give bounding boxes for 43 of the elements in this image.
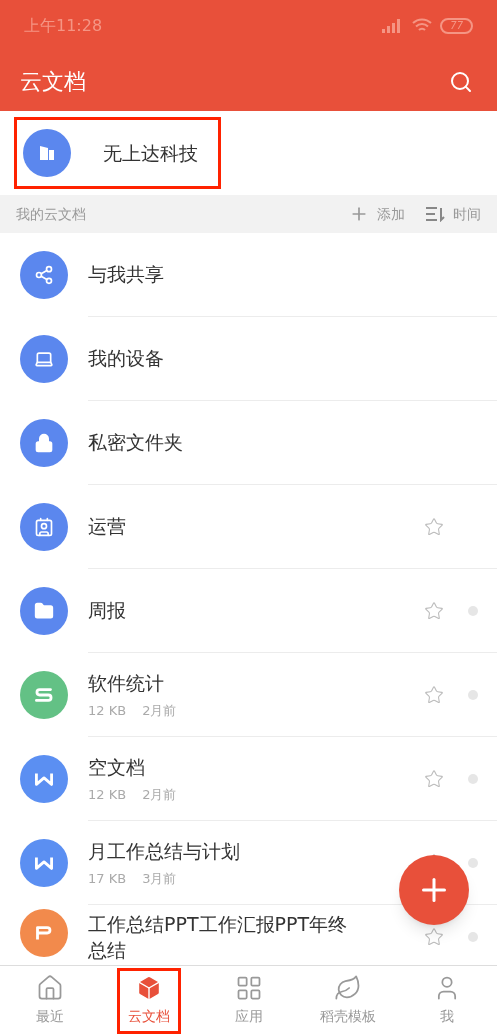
- laptop-icon: [34, 349, 54, 369]
- document-name: 工作总结PPT工作汇报PPT年终总结: [88, 912, 349, 963]
- document-name: 运营: [88, 514, 127, 540]
- search-icon: [449, 69, 473, 94]
- file-size: 12 KB: [88, 702, 127, 720]
- create-button[interactable]: [399, 855, 469, 925]
- document-name: 空文档: [88, 754, 146, 780]
- document-row[interactable]: 周报: [0, 569, 497, 653]
- star-icon[interactable]: [424, 516, 444, 537]
- document-row[interactable]: 软件统计 12 KB 2月前: [0, 653, 497, 737]
- share-icon: [34, 265, 54, 285]
- star-icon[interactable]: [424, 768, 444, 789]
- sort-icon: [425, 206, 445, 222]
- document-row[interactable]: 空文档 12 KB 2月前: [0, 737, 497, 821]
- team-entry[interactable]: 无上达科技: [14, 117, 221, 189]
- leaf-icon: [333, 974, 362, 1002]
- battery-indicator: 77: [440, 18, 473, 34]
- modified-time: 3月前: [142, 870, 177, 888]
- document-row[interactable]: 我的设备: [0, 317, 497, 401]
- document-name: 月工作总结与计划: [88, 838, 241, 864]
- page-title: 云文档: [20, 68, 86, 96]
- star-icon[interactable]: [424, 684, 444, 705]
- file-size: 17 KB: [88, 870, 127, 888]
- modified-time: 2月前: [142, 702, 177, 720]
- team-name: 无上达科技: [103, 140, 198, 166]
- section-title: 我的云文档: [16, 204, 86, 224]
- document-name: 我的设备: [88, 346, 165, 372]
- folder-icon: [34, 601, 54, 621]
- document-row[interactable]: 运营: [0, 485, 497, 569]
- document-name: 与我共享: [88, 262, 165, 288]
- tab-bar-item[interactable]: 云文档: [117, 967, 182, 1034]
- file-size: 12 KB: [88, 786, 127, 804]
- document-name: 软件统计: [88, 670, 165, 696]
- document-name: 私密文件夹: [88, 430, 184, 456]
- document-row[interactable]: 私密文件夹: [0, 401, 497, 485]
- document-row[interactable]: 与我共享: [0, 233, 497, 317]
- contact-folder-icon: [34, 517, 54, 537]
- lock-icon: [34, 433, 54, 453]
- star-icon[interactable]: [424, 927, 444, 947]
- modified-time: 2月前: [142, 786, 177, 804]
- document-name: 周报: [88, 598, 127, 624]
- status-time: 上午11:28: [24, 15, 103, 37]
- star-icon[interactable]: [424, 600, 444, 621]
